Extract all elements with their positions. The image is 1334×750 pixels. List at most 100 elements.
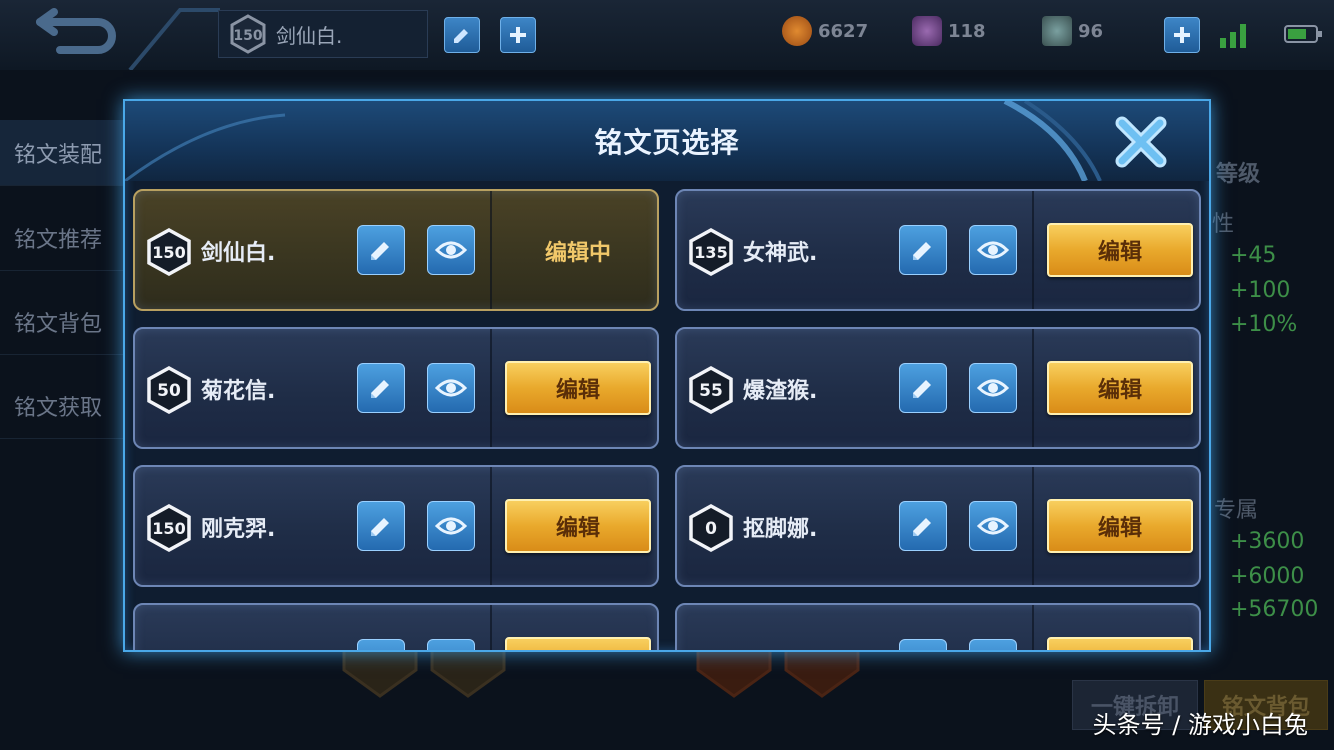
card-divider xyxy=(490,191,492,309)
rune-page-card-partial[interactable] xyxy=(133,603,659,650)
card-divider xyxy=(490,329,492,447)
coupon-value: 96 xyxy=(1078,20,1104,42)
pencil-icon xyxy=(371,242,389,260)
pencil-icon xyxy=(454,29,468,43)
plus-icon xyxy=(510,27,526,43)
close-icon xyxy=(1115,116,1167,168)
page-name: 刚克羿. xyxy=(201,517,276,542)
page-name: 女神武. xyxy=(743,241,818,266)
signal-icon xyxy=(1220,24,1246,48)
recharge-button[interactable] xyxy=(1164,17,1200,53)
rename-button[interactable] xyxy=(899,501,947,551)
level-hexagon-icon: 50 xyxy=(147,366,191,414)
rune-page-card[interactable]: 0 抠脚娜. 编辑 xyxy=(675,465,1201,587)
exclusive-value: +56700 xyxy=(1230,597,1319,622)
rune-page-select-dialog: 铭文页选择 150 剑仙白. 编辑中 135 女神武. 编辑 50 菊花信. 编… xyxy=(123,99,1211,652)
eye-icon xyxy=(977,517,1009,535)
rename-button[interactable] xyxy=(357,225,405,275)
coupon-icon xyxy=(1042,16,1072,46)
edit-button[interactable]: 编辑 xyxy=(505,499,651,553)
preview-button[interactable] xyxy=(427,225,475,275)
preview-button[interactable] xyxy=(969,225,1017,275)
add-page-button[interactable] xyxy=(500,17,536,53)
rename-button[interactable] xyxy=(357,501,405,551)
rune-page-card-partial[interactable] xyxy=(675,603,1201,650)
diamond-counter: 118 xyxy=(912,14,986,48)
edit-button[interactable]: 编辑 xyxy=(1047,361,1193,415)
attr-value: +100 xyxy=(1230,278,1291,303)
eye-icon xyxy=(435,241,467,259)
card-divider xyxy=(1032,605,1034,650)
preview-button[interactable] xyxy=(427,501,475,551)
side-menu-item-obtain[interactable]: 铭文获取 xyxy=(0,373,125,439)
pencil-icon xyxy=(371,380,389,398)
side-menu-item-backpack[interactable]: 铭文背包 xyxy=(0,289,125,355)
current-page-level: 150 xyxy=(233,28,262,44)
rune-page-card[interactable]: 135 女神武. 编辑 xyxy=(675,189,1201,311)
side-menu-item-equip[interactable]: 铭文装配 xyxy=(0,120,125,186)
attr-value: +45 xyxy=(1230,243,1277,268)
preview-button[interactable] xyxy=(427,639,475,650)
attr-value: +10% xyxy=(1230,312,1298,337)
battery-icon xyxy=(1284,25,1322,43)
rune-page-card[interactable]: 55 爆渣猴. 编辑 xyxy=(675,327,1201,449)
page-name: 抠脚娜. xyxy=(743,517,818,542)
card-divider xyxy=(1032,191,1034,309)
level-hexagon-icon: 150 xyxy=(230,14,266,54)
diamond-value: 118 xyxy=(948,20,986,42)
preview-button[interactable] xyxy=(969,639,1017,650)
dialog-title: 铭文页选择 xyxy=(594,126,740,159)
level-hexagon-icon: 150 xyxy=(147,504,191,552)
watermark: 头条号 / 游戏小白兔 xyxy=(1092,711,1308,739)
gold-counter: 6627 xyxy=(782,14,868,48)
level-hexagon-icon: 55 xyxy=(689,366,733,414)
pencil-icon xyxy=(913,380,931,398)
page-name: 爆渣猴. xyxy=(743,379,818,404)
page-name: 菊花信. xyxy=(201,379,276,404)
diamond-icon xyxy=(912,16,942,46)
rename-button[interactable] xyxy=(357,639,405,650)
level-hexagon-icon: 0 xyxy=(689,504,733,552)
side-menu-item-recommend[interactable]: 铭文推荐 xyxy=(0,205,125,271)
rune-page-card[interactable]: 150 剑仙白. 编辑中 xyxy=(133,189,659,311)
page-level: 55 xyxy=(699,381,723,401)
rename-page-button[interactable] xyxy=(444,17,480,53)
preview-button[interactable] xyxy=(969,363,1017,413)
editing-status: 编辑中 xyxy=(544,241,611,266)
edit-button[interactable] xyxy=(505,637,651,650)
eye-icon xyxy=(977,379,1009,397)
rename-button[interactable] xyxy=(357,363,405,413)
exclusive-value: +3600 xyxy=(1230,529,1305,554)
edit-button[interactable] xyxy=(1047,637,1193,650)
eye-icon xyxy=(435,379,467,397)
eye-icon xyxy=(977,241,1009,259)
level-hexagon-icon: 150 xyxy=(147,228,191,276)
page-level: 135 xyxy=(694,243,727,262)
preview-button[interactable] xyxy=(427,363,475,413)
exclusive-label: 专属 xyxy=(1214,498,1259,523)
pencil-icon xyxy=(913,518,931,536)
edit-button[interactable]: 编辑 xyxy=(505,361,651,415)
page-level: 0 xyxy=(705,519,717,539)
rename-button[interactable] xyxy=(899,639,947,650)
preview-button[interactable] xyxy=(969,501,1017,551)
edit-button[interactable]: 编辑 xyxy=(1047,499,1193,553)
rune-page-card[interactable]: 150 刚克羿. 编辑 xyxy=(133,465,659,587)
close-button[interactable] xyxy=(1110,111,1172,173)
edit-button[interactable]: 编辑 xyxy=(1047,223,1193,277)
header-decoration xyxy=(128,8,220,70)
card-divider xyxy=(490,467,492,585)
rename-button[interactable] xyxy=(899,363,947,413)
card-divider xyxy=(490,605,492,650)
plus-icon xyxy=(1174,27,1190,43)
level-label: 等级 xyxy=(1216,162,1261,187)
back-button[interactable] xyxy=(20,8,130,60)
rune-page-card[interactable]: 50 菊花信. 编辑 xyxy=(133,327,659,449)
rename-button[interactable] xyxy=(899,225,947,275)
page-level: 150 xyxy=(152,519,185,538)
eye-icon xyxy=(435,517,467,535)
gold-value: 6627 xyxy=(818,20,869,42)
level-hexagon-icon: 135 xyxy=(689,228,733,276)
page-level: 50 xyxy=(157,381,181,401)
rune-page-grid: 150 剑仙白. 编辑中 135 女神武. 编辑 50 菊花信. 编辑 55 爆… xyxy=(133,189,1205,650)
